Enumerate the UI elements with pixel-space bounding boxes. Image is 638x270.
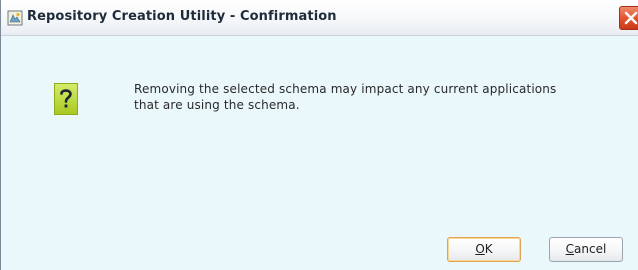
- ok-button[interactable]: OK: [447, 237, 521, 262]
- close-button[interactable]: [619, 6, 638, 30]
- message-line-2: that are using the schema.: [134, 98, 300, 112]
- cancel-label-rest: ancel: [574, 242, 607, 256]
- confirmation-dialog: Repository Creation Utility - Confirmati…: [0, 0, 638, 270]
- ok-label-rest: K: [484, 242, 493, 256]
- title-bar[interactable]: Repository Creation Utility - Confirmati…: [1, 0, 638, 36]
- ok-mnemonic: O: [475, 242, 485, 256]
- question-icon: [54, 83, 78, 115]
- window-title: Repository Creation Utility - Confirmati…: [27, 9, 337, 24]
- cancel-mnemonic: C: [565, 242, 575, 256]
- close-icon: [624, 11, 638, 25]
- cancel-button[interactable]: Cancel: [549, 237, 623, 262]
- confirmation-message: Removing the selected schema may impact …: [134, 81, 624, 113]
- message-line-1: Removing the selected schema may impact …: [134, 82, 557, 96]
- app-icon: [7, 10, 23, 26]
